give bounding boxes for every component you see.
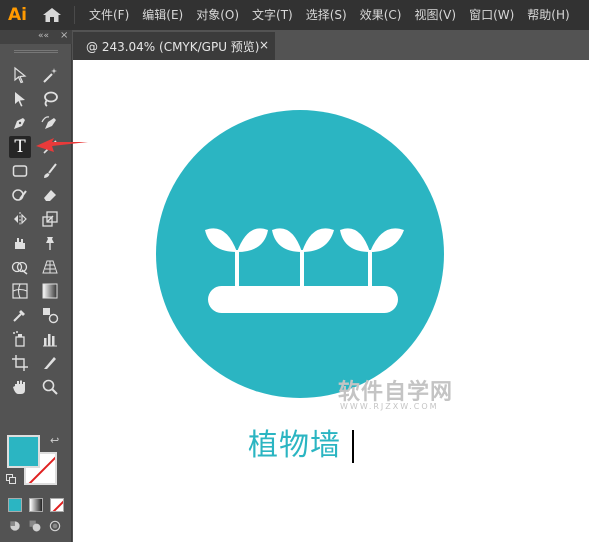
text-cursor	[352, 430, 354, 463]
text-object[interactable]: 植物墙	[248, 428, 341, 464]
watermark-url-text: WWW.RJZXW.COM	[340, 402, 439, 411]
watermark: 软件自学网 WWW.RJZXW.COM	[338, 374, 478, 414]
annotation-arrow	[36, 138, 88, 152]
